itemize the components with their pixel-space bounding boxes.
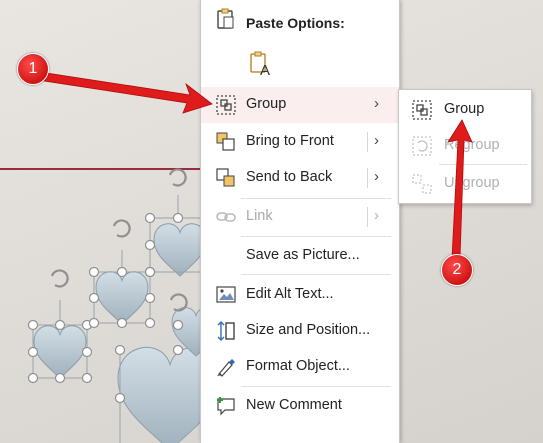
callout-badge-one: 1	[17, 53, 49, 85]
annotation-arrows	[37, 71, 473, 259]
callout-badge-two: 2	[441, 254, 473, 286]
arrow-to-group-submenu-item	[447, 119, 473, 259]
arrow-to-group-menu-item	[37, 71, 213, 114]
